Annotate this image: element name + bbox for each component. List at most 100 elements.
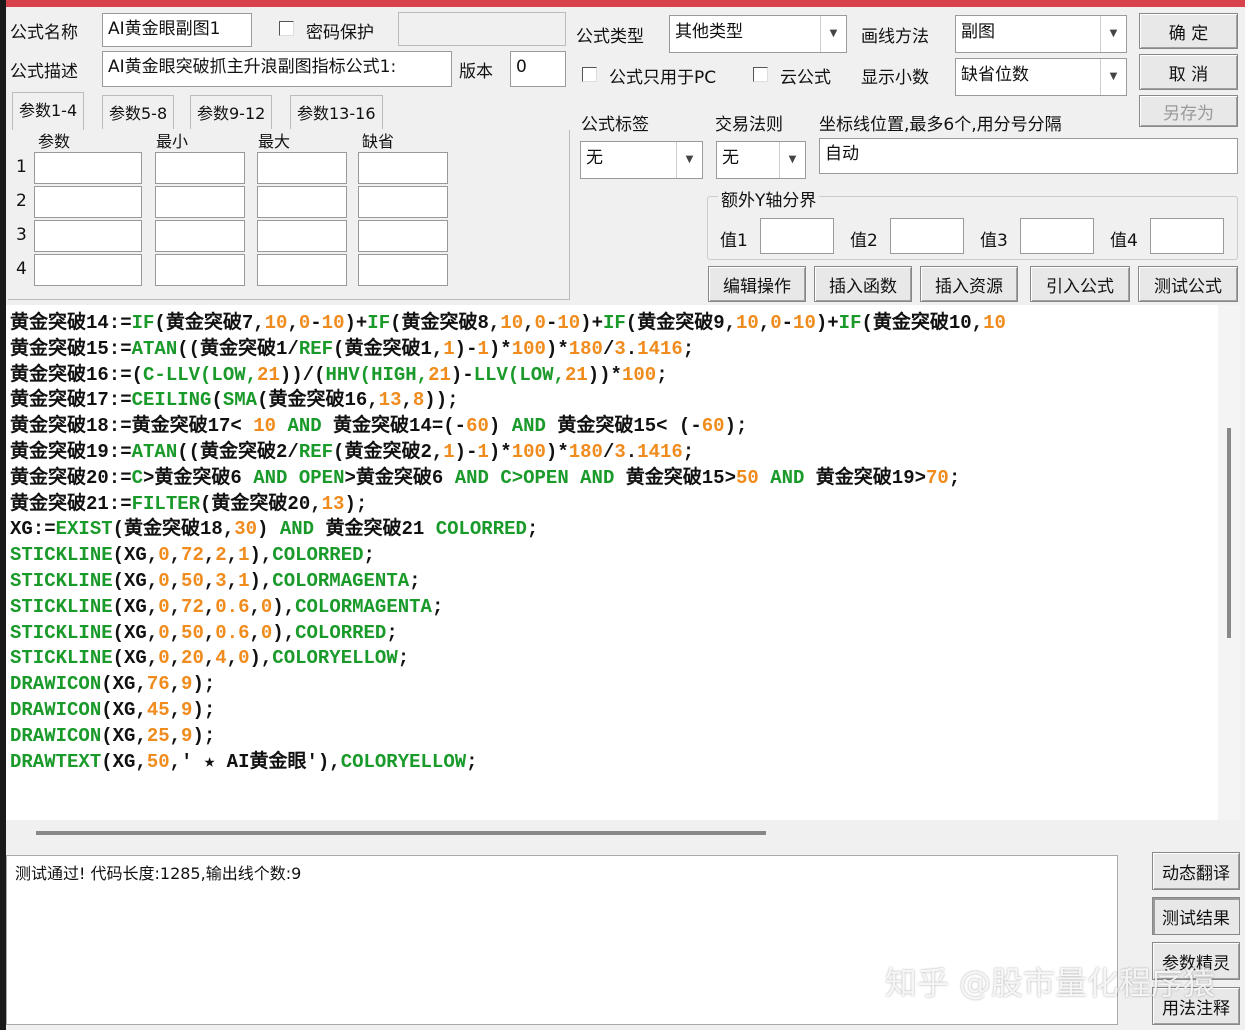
code-text: , <box>169 569 182 592</box>
code-keyword: STICKLINE <box>10 544 113 567</box>
code-text: 黄金突破20:= <box>10 466 132 489</box>
ok-button[interactable]: 确 定 <box>1139 13 1238 49</box>
code-text: ), <box>249 647 273 670</box>
code-text: , <box>758 312 771 334</box>
code-text: , <box>249 595 261 618</box>
code-keyword: COLORRED <box>295 621 387 644</box>
decimal-value: 缺省位数 <box>961 65 1029 85</box>
code-number: 21 <box>564 363 588 386</box>
param-name-input[interactable] <box>34 152 142 184</box>
param-row-number: 4 <box>16 259 27 279</box>
code-text: (XG, <box>101 673 147 696</box>
draw-method-select[interactable]: 副图 ▼ <box>955 15 1127 53</box>
draw-method-label: 画线方法 <box>861 27 929 47</box>
formula-desc-input[interactable]: AI黄金眼突破抓主升浪副图指标公式1: <box>102 51 452 87</box>
code-keyword: DRAWTEXT <box>10 750 102 773</box>
code-text: 黄金突破14:= <box>10 312 132 334</box>
insert-function-button[interactable]: 插入函数 <box>814 266 912 302</box>
code-number: 0 <box>158 647 170 670</box>
y-value-input[interactable] <box>760 218 834 254</box>
code-text: ; <box>948 466 961 489</box>
param-name-input[interactable] <box>34 254 142 286</box>
formula-type-select[interactable]: 其他类型 ▼ <box>669 15 847 53</box>
test-result-button[interactable]: 测试结果 <box>1152 897 1240 935</box>
param-min-input[interactable] <box>155 186 245 218</box>
param-max-input[interactable] <box>257 220 347 252</box>
param-default-input[interactable] <box>358 254 448 286</box>
trade-rule-select[interactable]: 无 ▼ <box>716 141 806 179</box>
code-text: ((黄金突破2/ <box>177 440 299 463</box>
code-number: 50 <box>181 621 204 644</box>
tab-params-5-8[interactable]: 参数5-8 <box>102 95 175 129</box>
formula-tag-select[interactable]: 无 ▼ <box>580 141 703 179</box>
password-input[interactable] <box>398 12 566 46</box>
code-text: ))/( <box>279 363 326 386</box>
save-as-button[interactable]: 另存为 <box>1139 95 1238 127</box>
cancel-button[interactable]: 取 消 <box>1139 54 1238 90</box>
code-number: 60 <box>701 415 725 438</box>
y-value-input[interactable] <box>890 218 964 254</box>
code-editor[interactable]: 黄金突破14:=IF(黄金突破7,10,0-10)+IF(黄金突破8,10,0-… <box>6 305 1218 820</box>
code-keyword: IF <box>602 312 626 334</box>
param-name-input[interactable] <box>34 186 142 218</box>
param-min-input[interactable] <box>155 220 245 252</box>
param-max-input[interactable] <box>257 186 347 218</box>
code-keyword: REF <box>298 440 334 463</box>
param-min-input[interactable] <box>155 254 245 286</box>
code-text: )* <box>488 440 512 463</box>
chevron-down-icon: ▼ <box>779 142 805 178</box>
param-default-input[interactable] <box>358 220 448 252</box>
code-keyword: COLORRED <box>272 544 364 567</box>
cloud-label: 云公式 <box>780 68 831 88</box>
code-text: , <box>169 698 182 721</box>
axis-position-input[interactable]: 自动 <box>819 138 1238 174</box>
y-value-input[interactable] <box>1150 218 1224 254</box>
version-input[interactable]: 0 <box>510 51 566 87</box>
param-max-input[interactable] <box>257 152 347 184</box>
tab-params-13-16[interactable]: 参数13-16 <box>290 95 383 129</box>
tab-params-9-12[interactable]: 参数9-12 <box>190 95 273 129</box>
formula-name-input[interactable]: AI黄金眼副图1 <box>102 13 252 47</box>
param-max-input[interactable] <box>257 254 347 286</box>
code-line: STICKLINE(XG,0,50,3,1),COLORMAGENTA; <box>6 569 1218 595</box>
vertical-scrollbar-thumb[interactable] <box>1227 428 1231 638</box>
code-text: (黄金突破1, <box>333 337 444 360</box>
code-line: 黄金突破16:=(C-LLV(LOW,21))/(HHV(HIGH,21)-LL… <box>6 363 1218 389</box>
code-number: 76 <box>146 673 170 696</box>
param-min-input[interactable] <box>155 152 245 184</box>
tab-params-1-4[interactable]: 参数1-4 <box>12 92 85 130</box>
param-default-input[interactable] <box>358 186 448 218</box>
code-number: 0 <box>534 312 546 334</box>
param-name-input[interactable] <box>34 220 142 252</box>
decimal-select[interactable]: 缺省位数 ▼ <box>955 58 1127 96</box>
param-default-input[interactable] <box>358 152 448 184</box>
code-number: 10 <box>793 312 816 334</box>
pc-only-checkbox[interactable] <box>582 67 597 82</box>
import-formula-button[interactable]: 引入公式 <box>1030 266 1130 302</box>
insert-resource-button[interactable]: 插入资源 <box>920 266 1018 302</box>
horizontal-scrollbar-thumb[interactable] <box>36 831 766 835</box>
cloud-checkbox[interactable] <box>753 67 768 82</box>
code-text: - <box>310 312 322 334</box>
code-keyword: DRAWICON <box>10 724 102 747</box>
code-keyword: CEILING <box>131 389 212 412</box>
code-text: ), <box>249 544 273 567</box>
code-number: 70 <box>926 466 949 489</box>
edit-operation-button[interactable]: 编辑操作 <box>708 266 806 302</box>
dynamic-translate-button[interactable]: 动态翻译 <box>1152 852 1240 890</box>
code-text: 黄金突破15< (- <box>545 415 702 438</box>
code-text: ; <box>397 647 410 670</box>
code-number: 0 <box>158 544 170 567</box>
trade-rule-value: 无 <box>722 148 739 168</box>
y-value-input[interactable] <box>1020 218 1094 254</box>
password-checkbox[interactable] <box>279 21 294 36</box>
code-number: 50 <box>146 750 170 773</box>
code-line: 黄金突破21:=FILTER(黄金突破20,13); <box>6 492 1218 518</box>
test-formula-button[interactable]: 测试公式 <box>1138 266 1238 302</box>
code-keyword: COLORYELLOW <box>272 647 398 670</box>
code-number: 100 <box>511 337 546 360</box>
code-text: , <box>169 544 182 567</box>
code-number: 1416 <box>637 440 683 463</box>
